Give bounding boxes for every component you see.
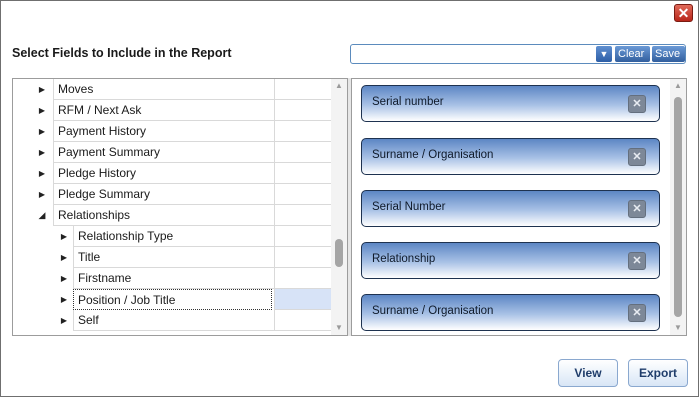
scroll-down-icon[interactable]: ▼ bbox=[331, 321, 347, 335]
expand-icon[interactable]: ▶ bbox=[35, 142, 49, 163]
expand-icon[interactable]: ▶ bbox=[35, 163, 49, 184]
tree-row-label: Payment Summary bbox=[53, 142, 274, 163]
selected-field-label: Serial Number bbox=[372, 201, 446, 213]
tree-row-extra-cell bbox=[274, 205, 331, 226]
tree-row-label: Moves bbox=[53, 79, 274, 100]
close-icon: ✕ bbox=[677, 5, 690, 21]
selected-fields-panel: Serial number ✕ Surname / Organisation ✕… bbox=[351, 78, 687, 336]
scroll-down-icon[interactable]: ▼ bbox=[670, 321, 686, 335]
dialog-title: Select Fields to Include in the Report bbox=[12, 46, 232, 60]
selected-field-label: Surname / Organisation bbox=[372, 149, 494, 161]
tree-row-position-job-title[interactable]: ▶ Position / Job Title bbox=[13, 289, 331, 310]
clear-button[interactable]: Clear bbox=[615, 46, 650, 62]
tree-row-self[interactable]: ▶ Self bbox=[13, 310, 331, 331]
tree-row-relationships[interactable]: ◢ Relationships bbox=[13, 205, 331, 226]
tree-row-extra-cell bbox=[274, 100, 331, 121]
tree-row-rfm-next-ask[interactable]: ▶ RFM / Next Ask bbox=[13, 100, 331, 121]
scroll-up-icon[interactable]: ▲ bbox=[331, 79, 347, 93]
tree-row-extra-cell bbox=[274, 142, 331, 163]
tree-row-payment-summary[interactable]: ▶ Payment Summary bbox=[13, 142, 331, 163]
remove-icon[interactable]: ✕ bbox=[628, 304, 646, 322]
tree-scrollbar[interactable]: ▲ ▼ bbox=[331, 79, 347, 335]
tree-row-label: Self bbox=[73, 310, 274, 331]
export-button[interactable]: Export bbox=[628, 359, 688, 387]
tree-row-extra-cell bbox=[274, 289, 331, 310]
tree-row-pledge-summary[interactable]: ▶ Pledge Summary bbox=[13, 184, 331, 205]
remove-icon[interactable]: ✕ bbox=[628, 148, 646, 166]
report-fields-dialog: ✕ Select Fields to Include in the Report… bbox=[0, 0, 699, 397]
scroll-thumb[interactable] bbox=[335, 239, 343, 267]
tree-row-extra-cell bbox=[274, 163, 331, 184]
expand-icon[interactable]: ▶ bbox=[57, 226, 71, 247]
tree-row-extra-cell bbox=[274, 247, 331, 268]
selected-field-label: Relationship bbox=[372, 253, 436, 265]
remove-icon[interactable]: ✕ bbox=[628, 95, 646, 113]
tree-row-extra-cell bbox=[274, 121, 331, 142]
tree-row-extra-cell bbox=[274, 268, 331, 289]
expand-icon[interactable]: ▶ bbox=[35, 100, 49, 121]
tree-row-label: Relationships bbox=[53, 205, 274, 226]
selected-field-chip[interactable]: Relationship ✕ bbox=[361, 242, 660, 279]
selected-field-chip[interactable]: Surname / Organisation ✕ bbox=[361, 138, 660, 175]
view-button[interactable]: View bbox=[558, 359, 618, 387]
tree-row-extra-cell bbox=[274, 226, 331, 247]
scroll-thumb[interactable] bbox=[674, 97, 682, 317]
layout-selector[interactable]: ▼ Clear Save bbox=[350, 44, 686, 64]
expand-icon[interactable]: ▶ bbox=[35, 121, 49, 142]
tree-row-label: Firstname bbox=[73, 268, 274, 289]
save-button[interactable]: Save bbox=[652, 46, 685, 62]
tree-row-extra-cell bbox=[274, 79, 331, 100]
collapse-icon[interactable]: ◢ bbox=[35, 205, 49, 226]
expand-icon[interactable]: ▶ bbox=[57, 247, 71, 268]
tree-row-pledge-history[interactable]: ▶ Pledge History bbox=[13, 163, 331, 184]
tree-row-moves[interactable]: ▶ Moves bbox=[13, 79, 331, 100]
expand-icon[interactable]: ▶ bbox=[57, 289, 71, 310]
expand-icon[interactable]: ▶ bbox=[57, 268, 71, 289]
field-tree: ▶ Moves ▶ RFM / Next Ask ▶ Payment Histo… bbox=[12, 78, 348, 336]
expand-icon[interactable]: ▶ bbox=[35, 79, 49, 100]
selected-field-chip[interactable]: Surname / Organisation ✕ bbox=[361, 294, 660, 331]
selected-fields-scrollbar[interactable]: ▲ ▼ bbox=[670, 79, 686, 335]
tree-row-title[interactable]: ▶ Title bbox=[13, 247, 331, 268]
tree-row-label: Title bbox=[73, 247, 274, 268]
tree-row-label: Pledge History bbox=[53, 163, 274, 184]
tree-row-label: Payment History bbox=[53, 121, 274, 142]
selected-field-label: Surname / Organisation bbox=[372, 305, 494, 317]
tree-row-extra-cell bbox=[274, 310, 331, 331]
close-button[interactable]: ✕ bbox=[674, 4, 693, 22]
expand-icon[interactable]: ▶ bbox=[57, 310, 71, 331]
tree-row-payment-history[interactable]: ▶ Payment History bbox=[13, 121, 331, 142]
tree-row-label: Pledge Summary bbox=[53, 184, 274, 205]
tree-row-label: RFM / Next Ask bbox=[53, 100, 274, 121]
selected-field-label: Serial number bbox=[372, 96, 444, 108]
tree-row-relationship-type[interactable]: ▶ Relationship Type bbox=[13, 226, 331, 247]
remove-icon[interactable]: ✕ bbox=[628, 200, 646, 218]
tree-row-extra-cell bbox=[274, 184, 331, 205]
scroll-up-icon[interactable]: ▲ bbox=[670, 79, 686, 93]
tree-row-label: Relationship Type bbox=[73, 226, 274, 247]
expand-icon[interactable]: ▶ bbox=[35, 184, 49, 205]
tree-row-label: Position / Job Title bbox=[73, 289, 272, 310]
dropdown-arrow-icon[interactable]: ▼ bbox=[596, 46, 612, 62]
remove-icon[interactable]: ✕ bbox=[628, 252, 646, 270]
tree-row-firstname[interactable]: ▶ Firstname bbox=[13, 268, 331, 289]
selected-field-chip[interactable]: Serial Number ✕ bbox=[361, 190, 660, 227]
selected-field-chip[interactable]: Serial number ✕ bbox=[361, 85, 660, 122]
